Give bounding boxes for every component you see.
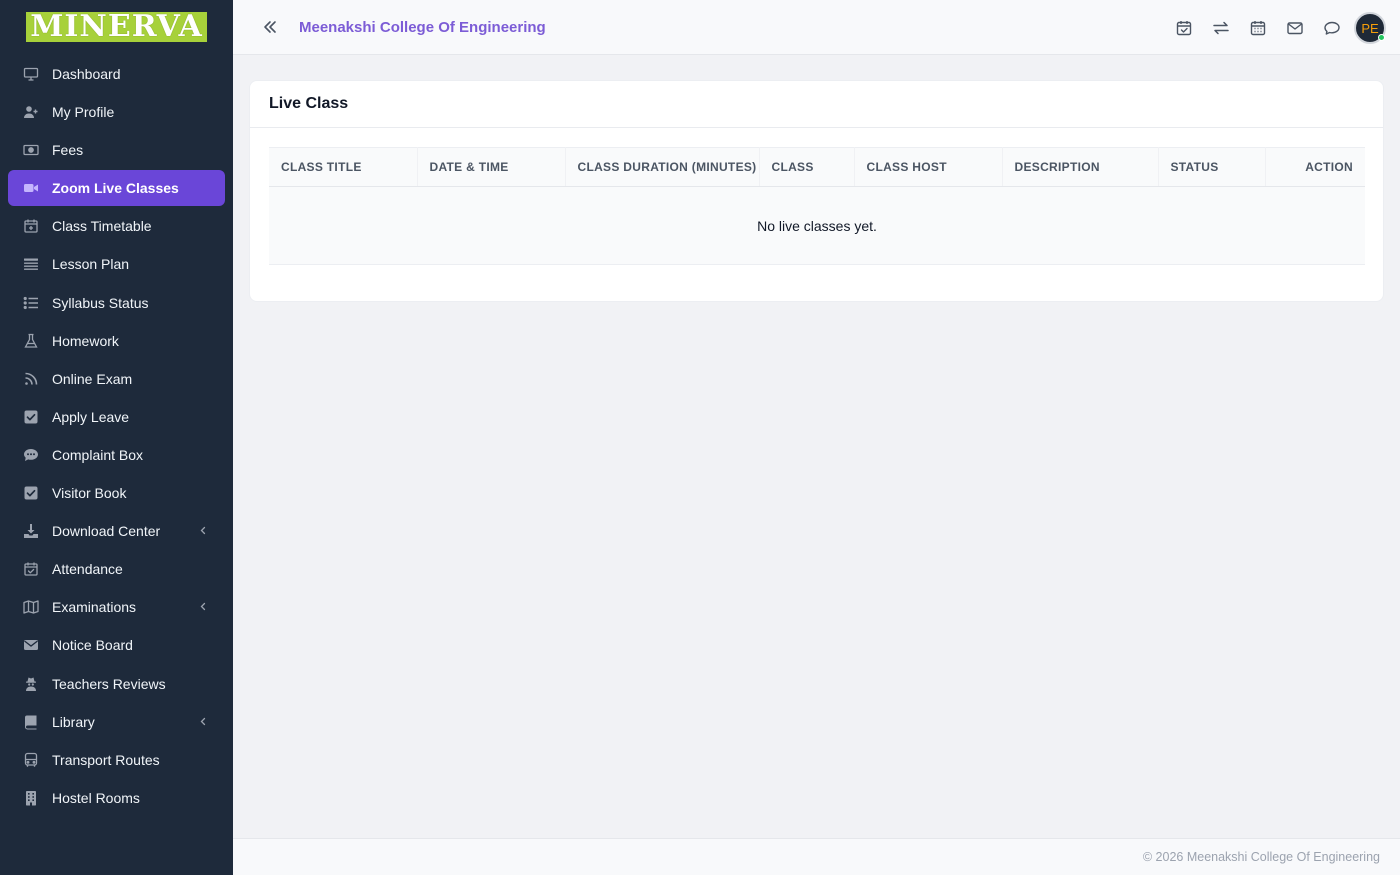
list-check-icon [22,294,40,312]
sidebar-item-hostel-rooms[interactable]: Hostel Rooms [8,780,225,816]
chat-icon[interactable] [1313,10,1350,46]
sidebar-item-attendance[interactable]: Attendance [8,551,225,587]
topbar-actions: PE [1165,10,1386,46]
download-icon [22,522,40,540]
column-header-class-host[interactable]: CLASS HOST [854,147,1003,187]
sidebar-item-notice-board[interactable]: Notice Board [8,627,225,663]
comment-dots-icon [22,446,40,464]
envelope-icon[interactable] [1276,10,1313,46]
empty-state-message: No live classes yet. [269,186,1365,265]
sidebar-item-zoom-live-classes[interactable]: Zoom Live Classes [8,170,225,207]
sidebar-item-label: Complaint Box [52,446,144,463]
sidebar-item-label: Online Exam [52,370,133,387]
sidebar-item-label: Fees [52,142,84,159]
avatar-initials: PE [1361,20,1379,36]
calendar-icon[interactable] [1239,10,1276,46]
sidebar-item-fees[interactable]: Fees [8,132,225,168]
sidebar-item-lesson-plan[interactable]: Lesson Plan [8,246,225,282]
minerva-logo[interactable]: MINERVA [26,12,207,42]
check-square-icon [22,408,40,426]
sidebar-item-apply-leave[interactable]: Apply Leave [8,399,225,435]
table-body: No live classes yet. [269,186,1365,265]
sidebar-item-label: Teachers Reviews [52,675,166,692]
exchange-icon[interactable] [1202,10,1239,46]
column-header-status[interactable]: STATUS [1158,147,1266,187]
sidebar-item-label: Syllabus Status [52,294,149,311]
college-title[interactable]: Meenakshi College Of Engineering [299,19,546,36]
sidebar-item-label: Library [52,713,95,730]
column-header-class[interactable]: CLASS [759,147,855,187]
chevron-left-icon[interactable] [199,714,207,729]
user-avatar[interactable]: PE [1354,12,1386,44]
calendar-plus-icon [22,217,40,235]
sidebar-item-examinations[interactable]: Examinations [8,589,225,625]
calendar-check-icon[interactable] [1165,10,1202,46]
online-status-dot [1378,34,1385,41]
sidebar-item-label: Visitor Book [52,485,127,502]
sidebar-item-label: Transport Routes [52,751,160,768]
table-header-row: CLASS TITLE DATE & TIME CLASS DURATION (… [269,147,1365,187]
live-class-table: CLASS TITLE DATE & TIME CLASS DURATION (… [269,147,1365,265]
footer: © 2026 Meenakshi College Of Engineering [233,838,1400,875]
sidebar-item-label: My Profile [52,104,115,121]
monitor-icon [22,65,40,83]
column-header-date-time[interactable]: DATE & TIME [417,147,566,187]
sidebar: MINERVA Dashboard My Profile Fees Zoom Live… [0,0,233,875]
envelope-icon [22,636,40,654]
bus-icon [22,751,40,769]
sidebar-item-label: Apply Leave [52,408,130,425]
sidebar-item-transport-routes[interactable]: Transport Routes [8,742,225,778]
sidebar-item-my-profile[interactable]: My Profile [8,94,225,130]
topbar: Meenakshi College Of Engineering PE [233,0,1400,55]
book-icon [22,713,40,731]
video-icon [22,179,40,197]
sidebar-item-class-timetable[interactable]: Class Timetable [8,208,225,244]
sidebar-item-label: Notice Board [52,637,133,654]
card-title: Live Class [269,95,349,112]
column-header-description[interactable]: DESCRIPTION [1002,147,1159,187]
sidebar-item-label: Class Timetable [52,218,152,235]
sidebar-item-label: Lesson Plan [52,256,130,273]
flask-icon [22,332,40,350]
sidebar-item-label: Attendance [52,561,123,578]
sidebar-item-label: Hostel Rooms [52,789,140,806]
list-lines-icon [22,255,40,273]
rss-icon [22,370,40,388]
chevron-left-icon[interactable] [199,600,207,615]
sidebar-nav: Dashboard My Profile Fees Zoom Live Classes… [0,56,233,816]
sidebar-item-teachers-reviews[interactable]: Teachers Reviews [8,666,225,702]
live-class-card: Live Class CLASS TITLE DATE & TIME CLASS… [249,80,1384,302]
sidebar-item-dashboard[interactable]: Dashboard [8,56,225,92]
sidebar-item-syllabus-status[interactable]: Syllabus Status [8,285,225,321]
table-header: CLASS TITLE DATE & TIME CLASS DURATION (… [269,147,1365,187]
live-class-table-wrapper: CLASS TITLE DATE & TIME CLASS DURATION (… [269,147,1365,265]
column-header-action: ACTION [1265,147,1365,187]
sidebar-item-label: Homework [52,332,119,349]
sidebar-item-label: Download Center [52,523,161,540]
copyright-text: © 2026 Meenakshi College Of Engineering [1142,850,1380,864]
column-header-class-title[interactable]: CLASS TITLE [269,147,418,187]
user-secret-icon [22,675,40,693]
check-square-icon [22,484,40,502]
building-icon [22,789,40,807]
sidebar-item-label: Zoom Live Classes [52,180,179,197]
sidebar-item-online-exam[interactable]: Online Exam [8,361,225,397]
sidebar-item-download-center[interactable]: Download Center [8,513,225,549]
calendar-check-icon [22,560,40,578]
user-plus-icon [22,103,40,121]
sidebar-item-homework[interactable]: Homework [8,323,225,359]
sidebar-item-library[interactable]: Library [8,704,225,740]
logo-area: MINERVA [0,0,233,56]
sidebar-item-label: Dashboard [52,66,121,82]
map-icon [22,598,40,616]
sidebar-item-visitor-book[interactable]: Visitor Book [8,475,225,511]
sidebar-item-complaint-box[interactable]: Complaint Box [8,437,225,473]
sidebar-item-label: Examinations [52,599,137,616]
money-bill-icon [22,141,40,159]
card-header: Live Class [250,81,1383,128]
column-header-class-duration[interactable]: CLASS DURATION (MINUTES) [565,147,760,187]
chevron-left-icon[interactable] [199,524,207,539]
empty-row: No live classes yet. [269,186,1365,265]
collapse-sidebar-icon[interactable] [258,15,282,39]
